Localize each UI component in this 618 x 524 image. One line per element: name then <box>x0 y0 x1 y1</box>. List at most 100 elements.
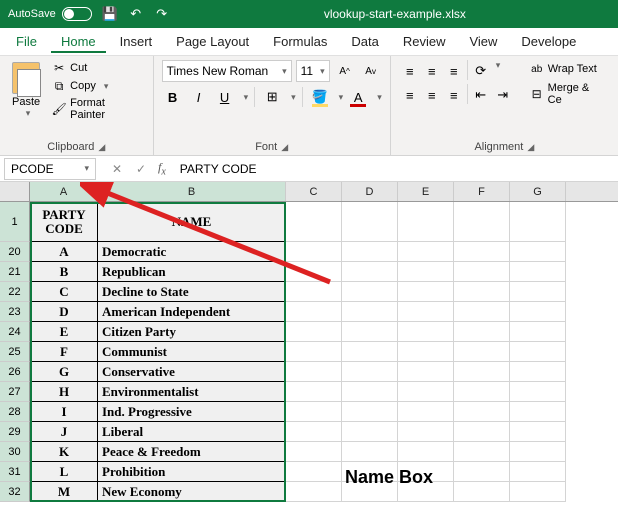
cell-header-name[interactable]: NAME <box>98 202 286 242</box>
column-header-d[interactable]: D <box>342 182 398 201</box>
cell-party-name[interactable]: American Independent <box>98 302 286 322</box>
cell[interactable] <box>454 322 510 342</box>
cell[interactable] <box>342 262 398 282</box>
tab-page-layout[interactable]: Page Layout <box>166 30 259 53</box>
cell-party-name[interactable]: Conservative <box>98 362 286 382</box>
row-header[interactable]: 25 <box>0 342 30 362</box>
cell[interactable] <box>286 302 342 322</box>
column-header-c[interactable]: C <box>286 182 342 201</box>
cell[interactable] <box>510 282 566 302</box>
fill-color-button[interactable]: 🪣 <box>309 86 331 108</box>
cell[interactable] <box>398 382 454 402</box>
cell[interactable] <box>286 362 342 382</box>
cell-header-code[interactable]: PARTY CODE <box>30 202 98 242</box>
cell[interactable] <box>398 402 454 422</box>
decrease-font-button[interactable]: Av <box>360 60 382 82</box>
cell[interactable] <box>286 202 342 242</box>
cell-party-name[interactable]: Ind. Progressive <box>98 402 286 422</box>
spreadsheet-grid[interactable]: A B C D E F G 1 PARTY CODE NAME 20ADemoc… <box>0 182 618 502</box>
cell-party-name[interactable]: Republican <box>98 262 286 282</box>
font-color-button[interactable]: A <box>347 86 369 108</box>
cell[interactable] <box>454 342 510 362</box>
cell[interactable] <box>454 242 510 262</box>
decrease-indent-button[interactable]: ⇤ <box>470 84 492 106</box>
cell[interactable] <box>454 262 510 282</box>
cell[interactable] <box>398 282 454 302</box>
cell-party-code[interactable]: G <box>30 362 98 382</box>
cell-party-code[interactable]: I <box>30 402 98 422</box>
font-size-dropdown[interactable]: 11 ▾ <box>296 60 330 82</box>
row-header[interactable]: 29 <box>0 422 30 442</box>
dialog-launcher-icon[interactable]: ◢ <box>98 142 105 153</box>
cell-party-code[interactable]: C <box>30 282 98 302</box>
name-box[interactable]: PCODE ▾ <box>4 158 96 180</box>
cell[interactable] <box>510 302 566 322</box>
align-top-button[interactable]: ≡ <box>399 60 421 82</box>
cell-party-name[interactable]: New Economy <box>98 482 286 502</box>
chevron-down-icon[interactable]: ▾ <box>377 92 382 103</box>
cell[interactable] <box>342 242 398 262</box>
column-header-b[interactable]: B <box>98 182 286 201</box>
cell[interactable] <box>510 342 566 362</box>
cell[interactable] <box>510 482 566 502</box>
copy-button[interactable]: ⧉ Copy ▾ <box>50 78 144 94</box>
row-header[interactable]: 20 <box>0 242 30 262</box>
borders-button[interactable]: ⊞ <box>261 86 283 108</box>
undo-icon[interactable]: ↶ <box>128 6 144 22</box>
cell[interactable] <box>510 402 566 422</box>
cell[interactable] <box>286 262 342 282</box>
font-name-dropdown[interactable]: Times New Roman ▾ <box>162 60 292 82</box>
column-header-g[interactable]: G <box>510 182 566 201</box>
wrap-text-button[interactable]: ab Wrap Text <box>526 60 610 78</box>
row-header[interactable]: 21 <box>0 262 30 282</box>
formula-input[interactable] <box>174 158 618 180</box>
cell[interactable] <box>286 462 342 482</box>
cell[interactable] <box>342 362 398 382</box>
cell[interactable] <box>398 262 454 282</box>
format-painter-button[interactable]: 🖌 Format Painter <box>50 96 144 122</box>
tab-home[interactable]: Home <box>51 30 106 53</box>
cell-party-code[interactable]: M <box>30 482 98 502</box>
tab-view[interactable]: View <box>459 30 507 53</box>
cell[interactable] <box>286 342 342 362</box>
select-all-corner[interactable] <box>0 182 30 201</box>
cell[interactable] <box>398 322 454 342</box>
align-center-button[interactable]: ≡ <box>421 84 443 106</box>
align-right-button[interactable]: ≡ <box>443 84 465 106</box>
cell[interactable] <box>342 342 398 362</box>
cell-party-code[interactable]: D <box>30 302 98 322</box>
paste-button[interactable]: Paste ▾ <box>8 60 44 139</box>
cell-party-name[interactable]: Democratic <box>98 242 286 262</box>
cell[interactable] <box>398 302 454 322</box>
cell[interactable] <box>286 282 342 302</box>
cell[interactable] <box>398 362 454 382</box>
cell-party-name[interactable]: Citizen Party <box>98 322 286 342</box>
cell[interactable] <box>342 402 398 422</box>
cell[interactable] <box>454 382 510 402</box>
row-header[interactable]: 30 <box>0 442 30 462</box>
column-header-a[interactable]: A <box>30 182 98 201</box>
chevron-down-icon[interactable]: ▾ <box>291 92 296 103</box>
cell[interactable] <box>342 202 398 242</box>
chevron-down-icon[interactable]: ▾ <box>244 92 249 103</box>
cell[interactable] <box>286 482 342 502</box>
tab-data[interactable]: Data <box>341 30 388 53</box>
cell-party-code[interactable]: K <box>30 442 98 462</box>
cell[interactable] <box>286 402 342 422</box>
row-header[interactable]: 22 <box>0 282 30 302</box>
row-header[interactable]: 26 <box>0 362 30 382</box>
fx-icon[interactable]: fx <box>158 160 166 177</box>
row-header[interactable]: 24 <box>0 322 30 342</box>
cell[interactable] <box>454 202 510 242</box>
dialog-launcher-icon[interactable]: ◢ <box>281 142 288 153</box>
tab-formulas[interactable]: Formulas <box>263 30 337 53</box>
cell-party-code[interactable]: A <box>30 242 98 262</box>
increase-indent-button[interactable]: ⇥ <box>492 84 514 106</box>
cell[interactable] <box>286 422 342 442</box>
row-header[interactable]: 1 <box>0 202 30 242</box>
enter-formula-button[interactable]: ✓ <box>130 159 152 179</box>
cell[interactable] <box>454 482 510 502</box>
cell-party-name[interactable]: Peace & Freedom <box>98 442 286 462</box>
cell[interactable] <box>510 322 566 342</box>
cell[interactable] <box>454 362 510 382</box>
